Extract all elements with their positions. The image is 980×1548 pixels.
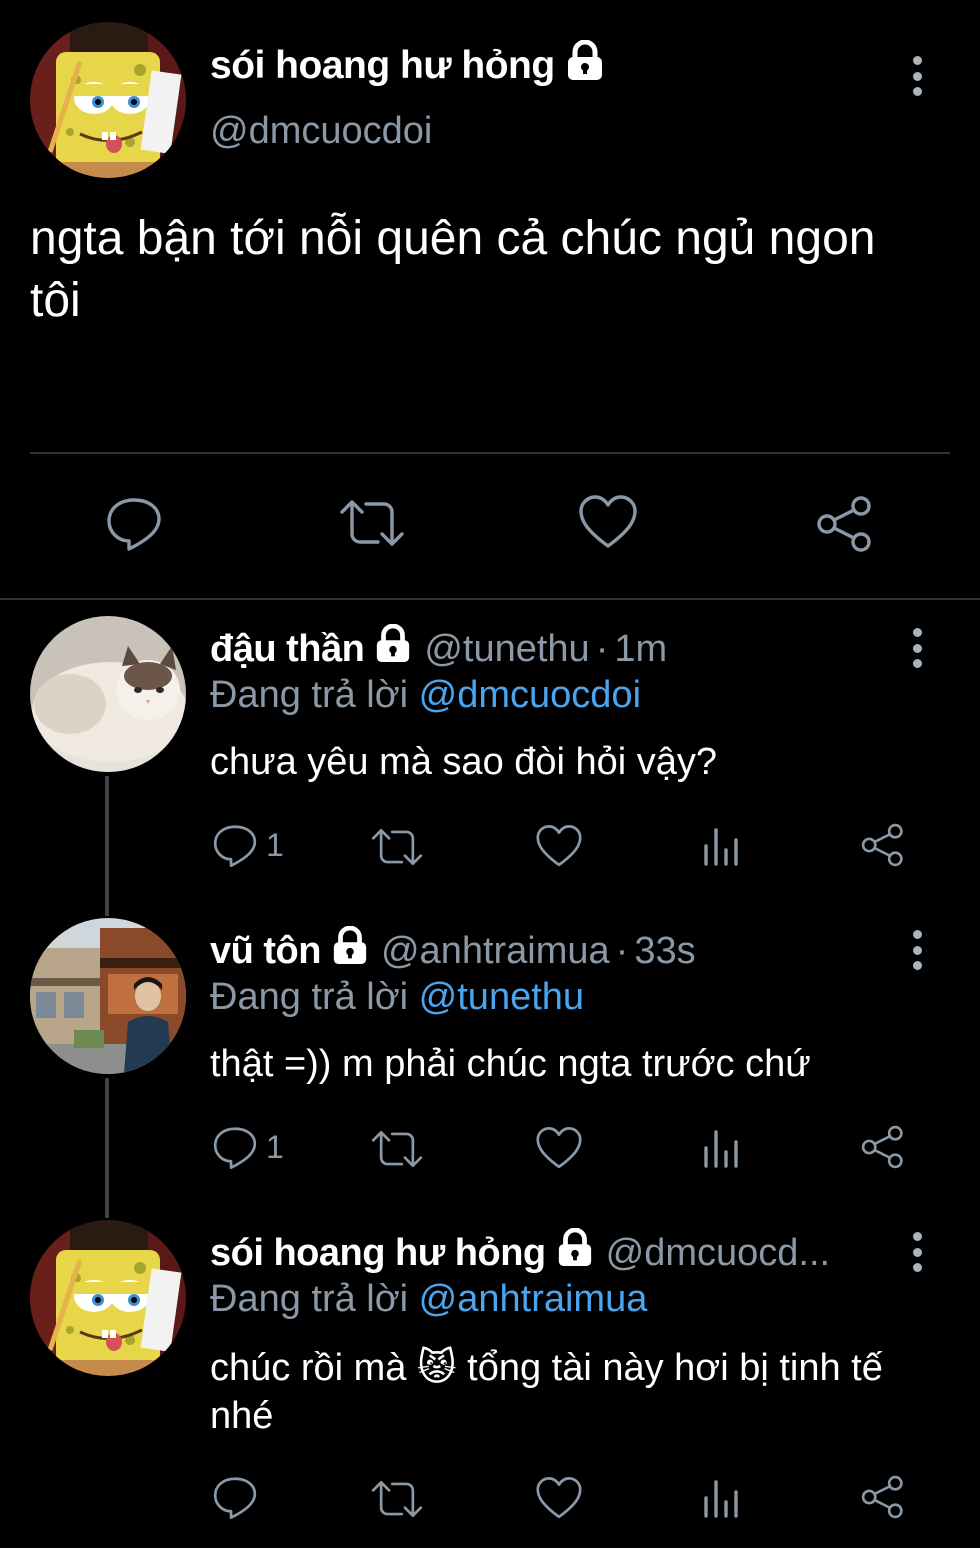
avatar[interactable] — [30, 616, 186, 772]
mention-link[interactable]: @tunethu — [419, 976, 584, 1018]
reply-text: chúc rồi mà 😾 tổng tài này hơi bị tinh t… — [210, 1347, 883, 1437]
reply-text: chưa yêu mà sao đòi hỏi vậy? — [210, 741, 718, 783]
comment-bubble-icon — [213, 1127, 257, 1169]
share-icon — [861, 1125, 903, 1169]
analytics-button[interactable] — [700, 1476, 742, 1520]
author-name[interactable]: sói hoang hư hỏng — [210, 1232, 546, 1275]
reply-tweet[interactable]: đậu thần @tunethu · 1m Đang trả lời @dmc… — [0, 616, 980, 916]
replying-to: Đang trả lời @tunethu — [210, 976, 584, 1019]
author-handle[interactable]: @dmcuocd... — [606, 1232, 830, 1275]
author-handle[interactable]: @dmcuocdoi — [210, 110, 432, 153]
reply-text: thật =)) m phải chúc ngta trước chứ — [210, 1043, 811, 1085]
retweet-icon — [371, 1130, 423, 1168]
avatar[interactable] — [30, 918, 186, 1074]
street-photo-avatar-image — [30, 918, 186, 1074]
avatar[interactable] — [30, 22, 186, 178]
like-button[interactable] — [578, 494, 638, 550]
like-button[interactable] — [535, 1126, 583, 1170]
author-name[interactable]: đậu thần — [210, 628, 365, 671]
reply-count: 1 — [266, 826, 284, 863]
author-name-row[interactable]: sói hoang hư hỏng — [210, 39, 605, 92]
share-button[interactable] — [860, 1474, 906, 1520]
analytics-button[interactable] — [700, 824, 742, 868]
reply-count: 1 — [266, 1128, 284, 1165]
like-button[interactable] — [535, 824, 583, 868]
author-handle[interactable]: @tunethu — [424, 628, 589, 671]
reply-button[interactable] — [212, 1474, 266, 1520]
tweet-text: ngta bận tới nỗi quên cả chúc ngủ ngon t… — [30, 212, 876, 327]
author-handle[interactable]: @anhtraimua — [381, 930, 610, 973]
share-icon — [817, 496, 871, 552]
heart-icon — [536, 825, 582, 867]
reply-tweet[interactable]: sói hoang hư hỏng @dmcuocd... Đang trả l… — [0, 1220, 980, 1548]
share-icon — [861, 1475, 903, 1519]
reply-button[interactable]: 1 — [212, 1124, 284, 1170]
retweet-icon — [371, 1480, 423, 1518]
cat-avatar-image — [30, 616, 186, 772]
timestamp[interactable]: 33s — [634, 930, 695, 973]
main-tweet: sói hoang hư hỏng @dmcuocdoi ngta bận tớ… — [0, 0, 980, 600]
lock-icon — [556, 1228, 594, 1278]
reply-header: vũ tôn @anhtraimua · 33s — [210, 926, 870, 976]
lock-icon — [331, 926, 369, 976]
comment-bubble-icon — [107, 498, 161, 551]
heart-icon — [536, 1127, 582, 1169]
share-icon — [861, 823, 903, 867]
replying-to: Đang trả lời @dmcuocdoi — [210, 674, 641, 717]
share-button[interactable] — [815, 494, 875, 554]
mention-link[interactable]: @dmcuocdoi — [419, 674, 641, 716]
heart-icon — [579, 495, 637, 548]
retweet-button[interactable] — [370, 824, 424, 870]
spongebob-avatar-image — [30, 1220, 186, 1376]
reply-button[interactable] — [105, 494, 163, 552]
section-divider — [0, 598, 980, 600]
reply-button[interactable]: 1 — [212, 822, 284, 868]
replying-label: Đang trả lời — [210, 1278, 409, 1320]
heart-icon — [536, 1477, 582, 1519]
lock-icon — [374, 624, 412, 674]
mention-link[interactable]: @anhtraimua — [419, 1278, 648, 1320]
share-button[interactable] — [860, 822, 906, 868]
replying-label: Đang trả lời — [210, 976, 409, 1018]
retweet-button[interactable] — [370, 1126, 424, 1172]
retweet-icon — [340, 500, 404, 546]
analytics-bars-icon — [704, 1130, 738, 1168]
spongebob-avatar-image — [30, 22, 186, 178]
replying-label: Đang trả lời — [210, 674, 409, 716]
analytics-bars-icon — [704, 828, 738, 866]
analytics-button[interactable] — [700, 1126, 742, 1170]
retweet-icon — [371, 828, 423, 866]
comment-bubble-icon — [213, 1477, 257, 1519]
reply-tweet[interactable]: vũ tôn @anhtraimua · 33s Đang trả lời @t… — [0, 918, 980, 1218]
more-vertical-icon[interactable] — [910, 628, 924, 668]
author-name[interactable]: sói hoang hư hỏng — [210, 44, 555, 88]
more-vertical-icon[interactable] — [910, 1232, 924, 1272]
avatar[interactable] — [30, 1220, 186, 1376]
reply-header: đậu thần @tunethu · 1m — [210, 624, 870, 674]
lock-icon — [565, 39, 605, 92]
replying-to: Đang trả lời @anhtraimua — [210, 1278, 647, 1321]
timestamp[interactable]: 1m — [614, 628, 667, 671]
retweet-button[interactable] — [338, 494, 406, 552]
divider — [30, 452, 950, 454]
analytics-bars-icon — [704, 1480, 738, 1518]
retweet-button[interactable] — [370, 1476, 424, 1522]
separator: · — [595, 627, 609, 670]
like-button[interactable] — [535, 1476, 583, 1520]
share-button[interactable] — [860, 1124, 906, 1170]
comment-bubble-icon — [213, 825, 257, 867]
separator: · — [615, 929, 629, 972]
author-name[interactable]: vũ tôn — [210, 930, 321, 973]
reply-header: sói hoang hư hỏng @dmcuocd... — [210, 1228, 870, 1278]
more-vertical-icon[interactable] — [910, 56, 924, 96]
more-vertical-icon[interactable] — [910, 930, 924, 970]
